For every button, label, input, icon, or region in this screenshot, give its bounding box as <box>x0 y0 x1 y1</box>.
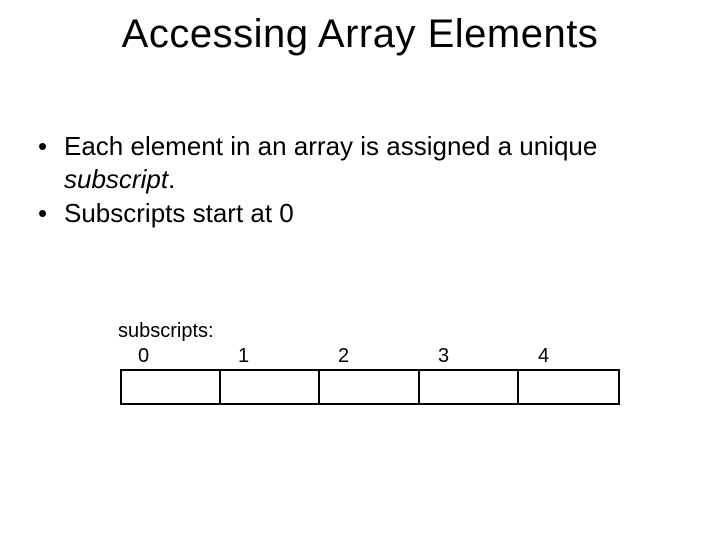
array-cell <box>420 371 519 403</box>
subscript-index: 3 <box>420 345 520 369</box>
slide-title: Accessing Array Elements <box>0 12 720 57</box>
bullet-1-text-b: . <box>168 164 175 194</box>
subscripts-label: subscripts: <box>118 320 620 343</box>
bullet-2-text: Subscripts start at 0 <box>64 198 294 228</box>
bullet-1-text-a: Each element in an array is assigned a u… <box>64 131 597 161</box>
subscript-index: 1 <box>220 345 320 369</box>
bullet-list: Each element in an array is assigned a u… <box>30 130 670 232</box>
array-cell <box>122 371 221 403</box>
array-diagram: subscripts: 0 1 2 3 4 <box>110 320 620 405</box>
bullet-1-text-italic: subscript <box>64 164 168 194</box>
subscript-index: 2 <box>320 345 420 369</box>
array-cell <box>519 371 618 403</box>
subscript-index: 0 <box>120 345 220 369</box>
slide: Accessing Array Elements Each element in… <box>0 0 720 540</box>
array-cells <box>120 369 620 405</box>
array-cell <box>320 371 419 403</box>
subscripts-row: 0 1 2 3 4 <box>120 345 620 369</box>
array-cell <box>221 371 320 403</box>
subscript-index: 4 <box>520 345 620 369</box>
bullet-item-2: Subscripts start at 0 <box>30 197 670 230</box>
bullet-item-1: Each element in an array is assigned a u… <box>30 130 670 195</box>
